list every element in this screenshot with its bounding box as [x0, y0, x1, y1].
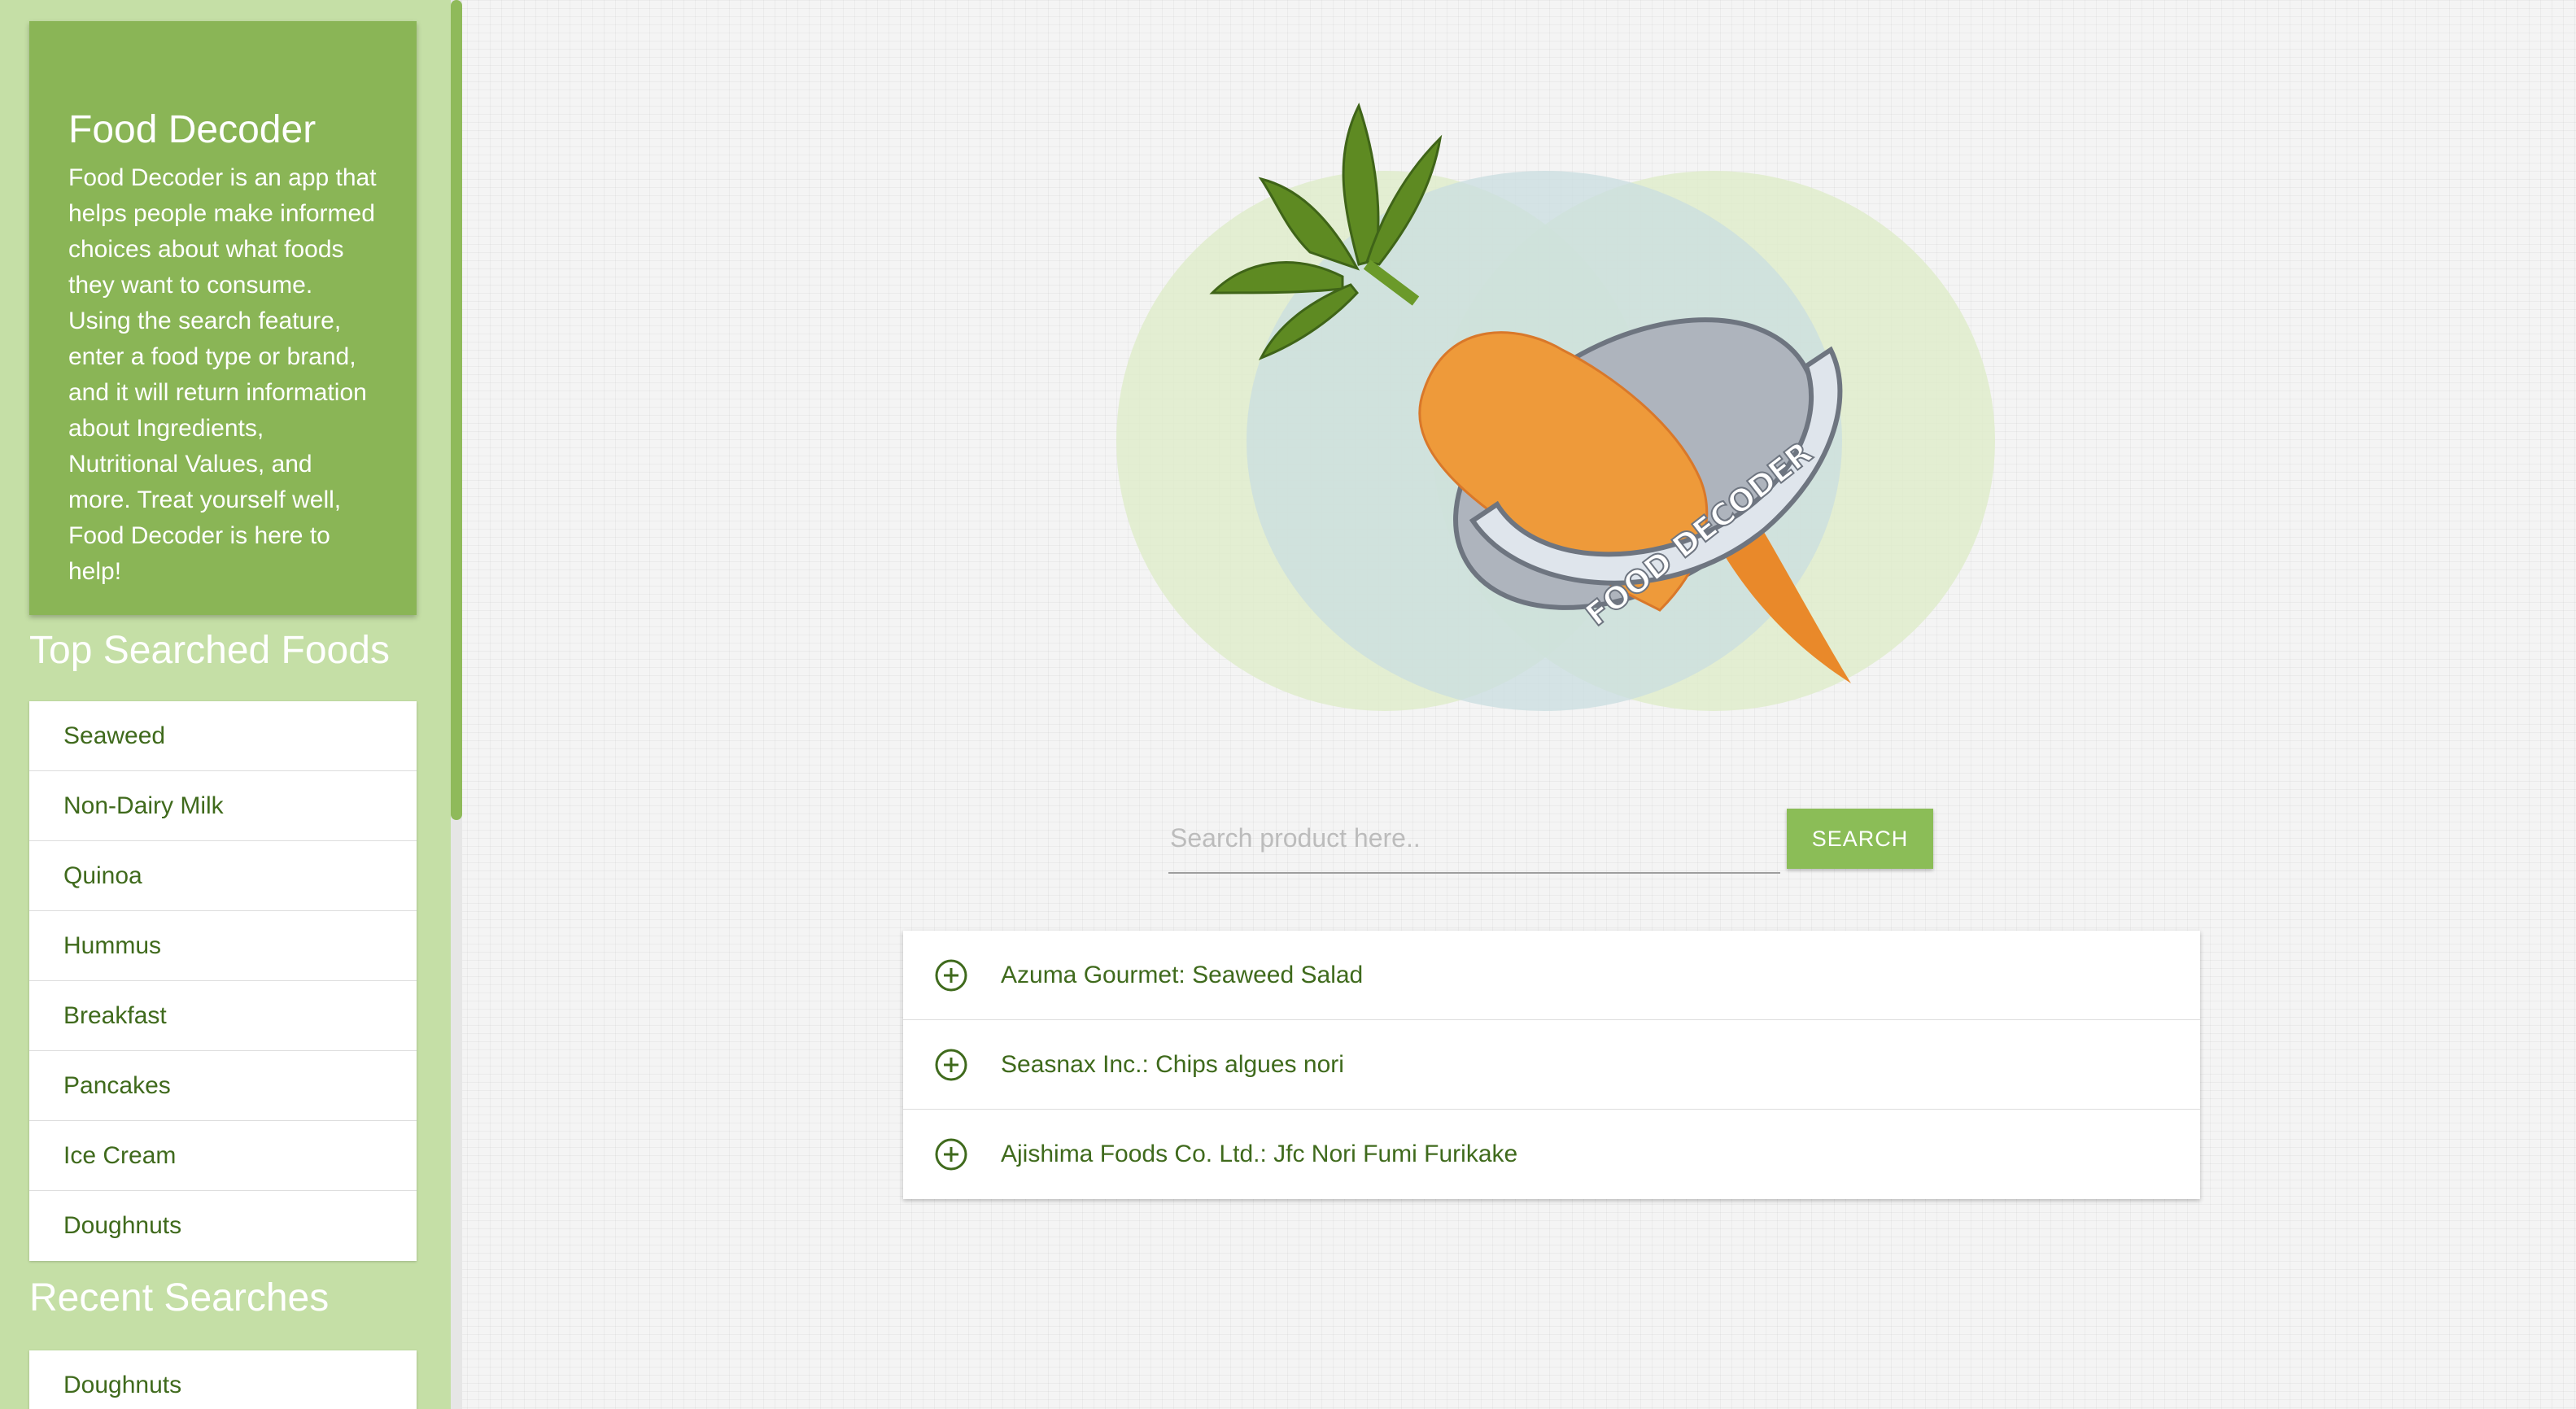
plus-circle-icon[interactable]: [934, 1048, 968, 1082]
recent-searches-title: Recent Searches: [29, 1276, 330, 1320]
sidebar: Food Decoder Food Decoder is an app that…: [0, 0, 451, 1409]
recent-searches-list: Doughnuts: [29, 1350, 417, 1409]
top-searched-item[interactable]: Doughnuts: [29, 1191, 417, 1261]
top-searched-list: Seaweed Non-Dairy Milk Quinoa Hummus Bre…: [29, 701, 417, 1261]
top-searched-item[interactable]: Non-Dairy Milk: [29, 771, 417, 841]
top-searched-item[interactable]: Quinoa: [29, 841, 417, 911]
result-label: Ajishima Foods Co. Ltd.: Jfc Nori Fumi F…: [1001, 1141, 1518, 1167]
about-title: Food Decoder: [68, 108, 317, 151]
top-searched-item[interactable]: Breakfast: [29, 981, 417, 1051]
top-searched-title: Top Searched Foods: [29, 629, 390, 672]
top-searched-item[interactable]: Hummus: [29, 911, 417, 981]
top-searched-item[interactable]: Ice Cream: [29, 1121, 417, 1191]
sidebar-scrollbar-thumb[interactable]: [451, 0, 462, 820]
food-decoder-logo: FOOD DECODER: [1098, 89, 2002, 724]
result-label: Azuma Gourmet: Seaweed Salad: [1001, 961, 1364, 988]
page: Food Decoder Food Decoder is an app that…: [0, 0, 2576, 1409]
about-card: Food Decoder Food Decoder is an app that…: [29, 21, 417, 615]
recent-search-item[interactable]: Doughnuts: [29, 1350, 417, 1409]
result-item[interactable]: Ajishima Foods Co. Ltd.: Jfc Nori Fumi F…: [903, 1110, 2200, 1199]
about-description: Food Decoder is an app that helps people…: [68, 164, 377, 585]
search-input[interactable]: [1168, 804, 1780, 874]
top-searched-item[interactable]: Seaweed: [29, 701, 417, 771]
search-results-list: Azuma Gourmet: Seaweed Salad Seasnax Inc…: [903, 931, 2200, 1199]
search-button[interactable]: SEARCH: [1787, 809, 1933, 869]
result-label: Seasnax Inc.: Chips algues nori: [1001, 1050, 1344, 1078]
top-searched-item[interactable]: Pancakes: [29, 1051, 417, 1121]
result-item[interactable]: Azuma Gourmet: Seaweed Salad: [903, 931, 2200, 1020]
result-item[interactable]: Seasnax Inc.: Chips algues nori: [903, 1020, 2200, 1110]
plus-circle-icon[interactable]: [934, 1137, 968, 1171]
plus-circle-icon[interactable]: [934, 958, 968, 992]
carrot-ring-illustration: FOOD DECODER: [1116, 103, 1995, 711]
